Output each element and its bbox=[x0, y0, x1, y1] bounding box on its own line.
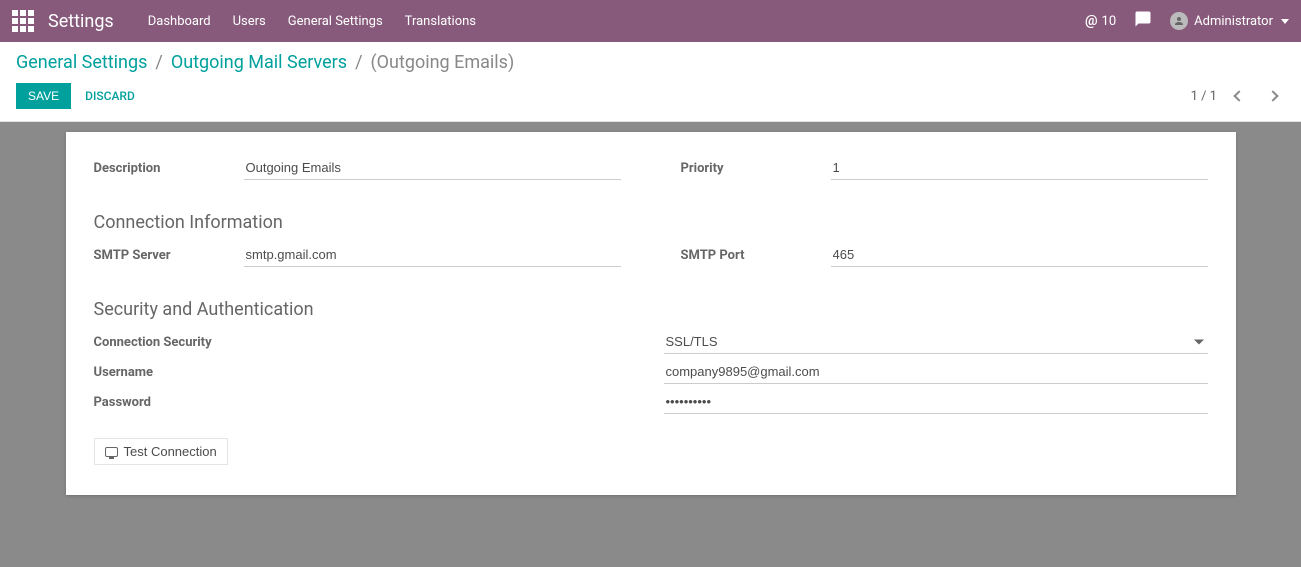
save-button[interactable]: Save bbox=[16, 83, 71, 109]
chat-icon[interactable] bbox=[1134, 10, 1152, 32]
connection-security-select[interactable] bbox=[664, 330, 1208, 354]
at-icon: @ bbox=[1085, 13, 1098, 29]
nav-link-dashboard[interactable]: Dashboard bbox=[148, 14, 211, 29]
pager: 1 / 1 bbox=[1191, 84, 1285, 108]
label-description: Description bbox=[94, 161, 244, 176]
chevron-right-icon bbox=[1267, 90, 1278, 101]
avatar-icon bbox=[1170, 12, 1188, 30]
breadcrumb-current: (Outgoing Emails) bbox=[371, 52, 515, 73]
pager-next[interactable] bbox=[1261, 84, 1285, 108]
monitor-icon bbox=[105, 447, 118, 457]
section-connection-title: Connection Information bbox=[94, 212, 1208, 233]
nav-right: @ 10 Administrator bbox=[1085, 10, 1289, 32]
breadcrumb: General Settings / Outgoing Mail Servers… bbox=[16, 52, 1285, 73]
caret-down-icon bbox=[1194, 339, 1204, 344]
section-security-title: Security and Authentication bbox=[94, 299, 1208, 320]
username-input[interactable] bbox=[664, 360, 1208, 384]
form-sheet: Description Priority Connection Informat… bbox=[66, 132, 1236, 495]
breadcrumb-outgoing-mail-servers[interactable]: Outgoing Mail Servers bbox=[171, 52, 347, 73]
test-connection-label: Test Connection bbox=[124, 444, 217, 459]
mail-count: 10 bbox=[1102, 14, 1117, 29]
label-smtp-port: SMTP Port bbox=[681, 248, 831, 263]
nav-link-users[interactable]: Users bbox=[233, 14, 266, 29]
priority-input[interactable] bbox=[831, 156, 1208, 180]
password-input[interactable] bbox=[664, 390, 1208, 414]
nav-links: Dashboard Users General Settings Transla… bbox=[148, 14, 476, 29]
test-connection-button[interactable]: Test Connection bbox=[94, 438, 228, 465]
pager-prev[interactable] bbox=[1227, 84, 1251, 108]
control-panel: General Settings / Outgoing Mail Servers… bbox=[0, 42, 1301, 122]
connection-security-value[interactable] bbox=[664, 330, 1208, 353]
user-name: Administrator bbox=[1194, 14, 1273, 29]
caret-down-icon bbox=[1281, 19, 1289, 24]
mail-counter[interactable]: @ 10 bbox=[1085, 13, 1116, 29]
breadcrumb-general-settings[interactable]: General Settings bbox=[16, 52, 147, 73]
label-username: Username bbox=[94, 365, 244, 380]
user-menu[interactable]: Administrator bbox=[1170, 12, 1289, 30]
cp-buttons: Save Discard bbox=[16, 83, 135, 109]
label-smtp-server: SMTP Server bbox=[94, 248, 244, 263]
label-password: Password bbox=[94, 395, 244, 410]
chevron-left-icon bbox=[1233, 90, 1244, 101]
form-container: Description Priority Connection Informat… bbox=[0, 122, 1301, 535]
nav-link-translations[interactable]: Translations bbox=[405, 14, 476, 29]
smtp-port-input[interactable] bbox=[831, 243, 1208, 267]
breadcrumb-sep: / bbox=[355, 52, 362, 73]
nav-link-general-settings[interactable]: General Settings bbox=[288, 14, 383, 29]
navbar: Settings Dashboard Users General Setting… bbox=[0, 0, 1301, 42]
description-input[interactable] bbox=[244, 156, 621, 180]
pager-value: 1 / 1 bbox=[1191, 89, 1217, 104]
label-priority: Priority bbox=[681, 161, 831, 176]
smtp-server-input[interactable] bbox=[244, 243, 621, 267]
label-connection-security: Connection Security bbox=[94, 335, 244, 350]
breadcrumb-sep: / bbox=[155, 52, 162, 73]
app-brand: Settings bbox=[48, 11, 114, 32]
apps-icon[interactable] bbox=[12, 10, 34, 32]
discard-button[interactable]: Discard bbox=[85, 89, 135, 103]
